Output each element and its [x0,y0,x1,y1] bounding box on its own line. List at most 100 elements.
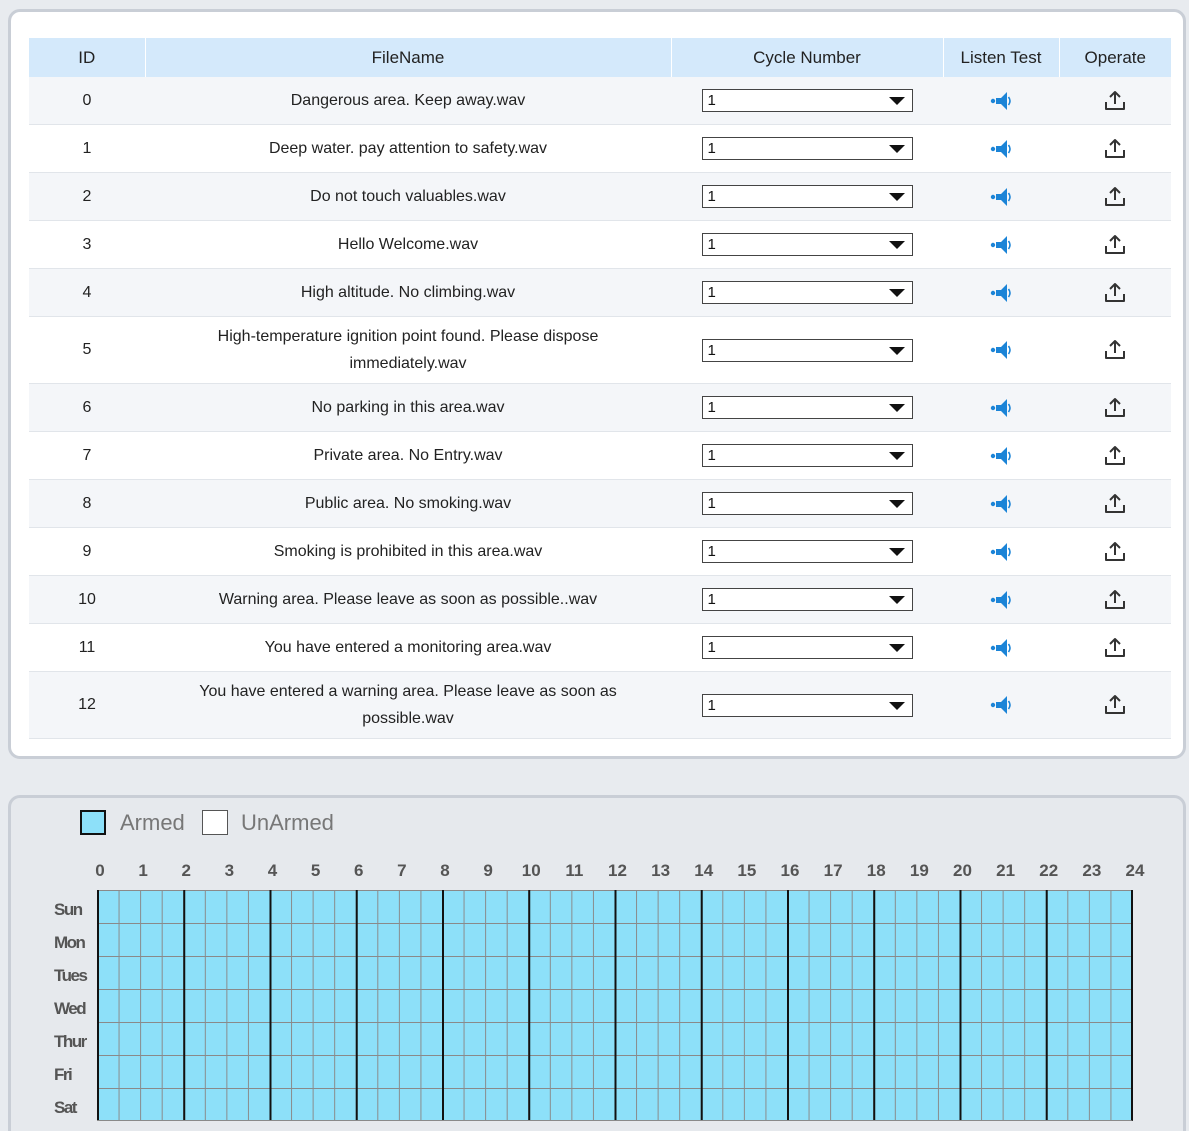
cycle-number-value: 1 [707,140,716,157]
day-label: Tues [54,966,88,985]
speaker-icon[interactable] [990,186,1012,208]
row-listen-cell [943,172,1059,221]
row-operate-cell [1059,383,1171,432]
hour-label: 9 [483,861,493,880]
speaker-icon[interactable] [990,339,1012,361]
cycle-number-select[interactable]: 1 [701,588,913,611]
table-row: 3 Hello Welcome.wav 1 [29,220,1171,269]
cycle-number-select[interactable]: 1 [701,233,913,256]
dropdown-arrow-icon [888,548,905,556]
hour-label: 15 [737,861,757,880]
row-cycle-cell: 1 [671,124,943,173]
cycle-number-select[interactable]: 1 [701,281,913,304]
speaker-icon[interactable] [990,493,1012,515]
upload-icon[interactable] [1103,693,1127,717]
upload-icon[interactable] [1103,636,1127,660]
speaker-icon[interactable] [990,234,1012,256]
upload-icon[interactable] [1103,89,1127,113]
table-row: 10 Warning area. Please leave as soon as … [29,575,1171,624]
row-id: 9 [29,527,145,576]
cycle-number-select[interactable]: 1 [701,693,913,717]
hour-label: 16 [780,861,800,880]
speaker-icon[interactable] [990,541,1012,563]
speaker-icon[interactable] [990,445,1012,467]
row-filename: Deep water. pay attention to safety.wav [145,124,671,173]
row-filename: Smoking is prohibited in this area.wav [145,527,671,576]
cycle-number-select[interactable]: 1 [701,338,913,362]
cycle-number-select[interactable]: 1 [701,137,913,160]
unarmed-legend-swatch[interactable] [202,810,228,835]
day-label: Wed [54,999,87,1018]
cycle-number-value: 1 [707,284,716,301]
cycle-number-select[interactable]: 1 [701,540,913,563]
cycle-number-select[interactable]: 1 [701,636,913,659]
row-filename: High altitude. No climbing.wav [145,268,671,317]
upload-icon[interactable] [1103,233,1127,257]
dropdown-arrow-icon [888,500,905,508]
row-id: 2 [29,172,145,221]
upload-icon[interactable] [1103,396,1127,420]
hour-label: 10 [521,861,541,880]
row-operate-cell [1059,479,1171,528]
row-listen-cell [943,671,1059,739]
row-operate-cell [1059,77,1171,125]
hour-label: 19 [909,861,929,880]
hour-label: 11 [565,861,584,880]
table-row: 4 High altitude. No climbing.wav 1 [29,268,1171,317]
audio-file-table: ID FileName Cycle Number Listen Test Ope… [29,38,1171,739]
row-filename: Hello Welcome.wav [145,220,671,269]
row-id: 5 [29,316,145,384]
column-header-operate: Operate [1059,38,1171,77]
table-row: 7 Private area. No Entry.wav 1 [29,431,1171,480]
cycle-number-select[interactable]: 1 [701,185,913,208]
cycle-number-value: 1 [707,188,716,205]
upload-icon[interactable] [1103,492,1127,516]
hour-label: 1 [138,861,148,880]
armed-legend-swatch[interactable] [80,810,106,835]
speaker-icon[interactable] [990,138,1012,160]
upload-icon[interactable] [1103,588,1127,612]
row-filename: Do not touch valuables.wav [145,172,671,221]
row-cycle-cell: 1 [671,623,943,672]
row-id: 0 [29,77,145,125]
hour-label: 13 [651,861,671,880]
hour-label: 5 [310,861,321,880]
speaker-icon[interactable] [990,397,1012,419]
row-operate-cell [1059,527,1171,576]
upload-icon[interactable] [1103,540,1127,564]
row-id: 12 [29,671,145,739]
upload-icon[interactable] [1103,281,1127,305]
dropdown-arrow-icon [888,404,905,412]
row-cycle-cell: 1 [671,268,943,317]
hour-label: 6 [354,861,364,880]
speaker-icon[interactable] [990,90,1012,112]
cycle-number-value: 1 [707,236,716,253]
cycle-number-value: 1 [707,399,716,416]
upload-icon[interactable] [1103,444,1127,468]
speaker-icon[interactable] [990,282,1012,304]
table-row: 11 You have entered a monitoring area.wav… [29,623,1171,672]
row-filename: Dangerous area. Keep away.wav [145,77,671,125]
row-listen-cell [943,527,1059,576]
column-header-listen-test: Listen Test [943,38,1060,77]
cycle-number-select[interactable]: 1 [701,492,913,515]
upload-icon[interactable] [1103,137,1127,161]
table-row: 2 Do not touch valuables.wav 1 [29,172,1171,221]
row-cycle-cell: 1 [671,527,943,576]
table-row: 6 No parking in this area.wav 1 [29,383,1171,432]
schedule-grid[interactable] [97,890,1133,1121]
row-filename: Warning area. Please leave as soon as po… [145,575,671,624]
cycle-number-value: 1 [707,341,716,359]
cycle-number-select[interactable]: 1 [701,444,913,467]
dropdown-arrow-icon [888,241,905,249]
cycle-number-select[interactable]: 1 [701,89,913,112]
cycle-number-select[interactable]: 1 [701,396,913,419]
dropdown-arrow-icon [888,452,905,460]
upload-icon[interactable] [1103,185,1127,209]
speaker-icon[interactable] [990,637,1012,659]
hour-label: 22 [1039,861,1059,880]
speaker-icon[interactable] [990,589,1012,611]
dropdown-arrow-icon [888,289,905,297]
speaker-icon[interactable] [990,694,1012,716]
upload-icon[interactable] [1103,338,1127,362]
